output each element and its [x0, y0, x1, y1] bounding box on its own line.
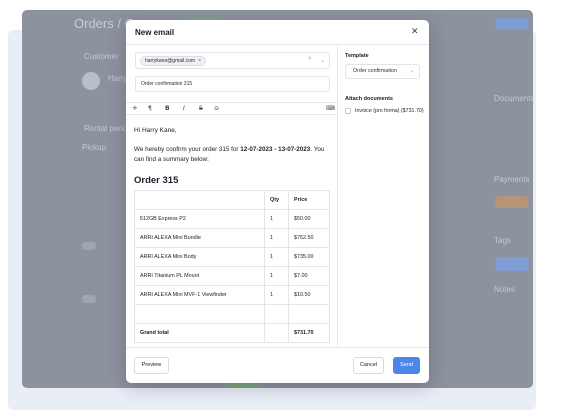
item-price: $7.00 — [288, 266, 330, 286]
chevron-down-icon: ⌄ — [409, 68, 414, 74]
recipient-chip[interactable]: harrykane@gmail.com × — [140, 56, 207, 66]
subject-input[interactable]: Order confirmation 315 — [135, 76, 330, 92]
table-row — [134, 304, 330, 324]
bg-pickup-label: Pickup — [82, 143, 107, 152]
attach-documents-label: Attach documents — [345, 96, 393, 102]
bg-rental-label: Rental period — [84, 124, 132, 133]
template-select[interactable]: Order confirmation ⌄ — [345, 64, 420, 79]
chip-remove-icon[interactable]: × — [198, 58, 201, 64]
item-qty: 1 — [264, 247, 289, 267]
item-name: ARRI ALEXA Mini MVF-1 Viewfinder — [134, 285, 265, 305]
order-heading: Order 315 — [134, 175, 179, 186]
table-row: ARRI ALEXA Mini Bundle 1 $752.50 — [134, 228, 330, 248]
recipient-field[interactable]: harrykane@gmail.com × × ⌄ — [135, 52, 330, 69]
greeting-text: Hi Harry Kane, — [134, 127, 177, 134]
item-qty: 1 — [264, 285, 289, 305]
bg-notes-label: Notes — [494, 285, 515, 294]
item-price: $735.00 — [288, 247, 330, 267]
bg-payments-label: Payments — [494, 175, 530, 184]
strikethrough-icon[interactable]: S — [199, 105, 203, 112]
editor-toolbar: + ¶ B I S ⊝ ⌨ — [126, 102, 337, 115]
attachment-label: Invoice (pro forma) ($731.70) — [355, 108, 424, 114]
item-name: ARRI ALEXA Mini Body — [134, 247, 265, 267]
item-price: $50.00 — [288, 209, 330, 229]
bold-icon[interactable]: B — [165, 105, 170, 112]
item-price: $10.50 — [288, 285, 330, 305]
bg-action-button — [495, 18, 529, 30]
close-icon[interactable]: ✕ — [411, 26, 419, 37]
item-qty: 1 — [264, 228, 289, 248]
total-qty — [264, 323, 289, 343]
bg-customer-name: Harry — [108, 74, 128, 83]
clear-icon[interactable]: × — [308, 56, 312, 62]
new-email-modal: New email ✕ harrykane@gmail.com × × ⌄ Ord… — [126, 20, 429, 383]
bg-row-handle — [82, 242, 96, 250]
bg-customer-label: Customer — [84, 52, 119, 61]
table-row: ARRI ALEXA Mini MVF-1 Viewfinder 1 $10.5… — [134, 285, 330, 305]
total-label: Grand total — [134, 323, 265, 343]
empty-cell — [288, 304, 330, 324]
footer-divider — [126, 347, 429, 348]
cancel-button[interactable]: Cancel — [353, 357, 384, 374]
bg-tag-button — [495, 257, 529, 271]
table-header: Qty — [264, 190, 289, 210]
empty-cell — [134, 304, 265, 324]
send-button[interactable]: Send — [393, 357, 420, 374]
item-name: ARRI Titanium PL Mount — [134, 266, 265, 286]
italic-icon[interactable]: I — [183, 105, 185, 112]
order-items-table: Qty Price 512GB Express P2 1 $50.00 ARRI… — [134, 190, 330, 343]
bg-row-handle — [82, 295, 96, 303]
preview-button[interactable]: Preview — [134, 357, 169, 374]
chevron-down-icon[interactable]: ⌄ — [320, 57, 325, 64]
table-row: ARRI ALEXA Mini Body 1 $735.00 — [134, 247, 330, 267]
date-range: 12-07-2023 - 13-07-2023 — [240, 146, 311, 153]
empty-cell — [264, 304, 289, 324]
keyboard-icon[interactable]: ⌨ — [326, 105, 335, 112]
add-block-icon[interactable]: + — [132, 104, 138, 112]
table-row: ARRI Titanium PL Mount 1 $7.00 — [134, 266, 330, 286]
screenshot-stage: Orders / Or Customer Harry Rental period… — [0, 0, 575, 418]
item-price: $752.50 — [288, 228, 330, 248]
table-header-row: Qty Price — [134, 190, 330, 210]
confirmation-text: We hereby confirm your order 315 for 12-… — [134, 146, 325, 163]
paragraph-icon[interactable]: ¶ — [148, 105, 152, 112]
attachment-checkbox[interactable] — [345, 108, 351, 114]
link-icon[interactable]: ⊝ — [214, 105, 219, 112]
modal-header: New email ✕ — [126, 20, 429, 45]
bg-payment-button — [495, 196, 529, 208]
total-row: Grand total $731.70 — [134, 323, 330, 343]
item-name: 512GB Express P2 — [134, 209, 265, 229]
modal-title: New email — [135, 28, 175, 37]
bg-avatar — [82, 72, 100, 90]
total-price: $731.70 — [288, 323, 330, 343]
template-label: Template — [345, 53, 369, 59]
bg-tags-label: Tags — [494, 236, 511, 245]
bg-documents-label: Documents — [494, 94, 533, 103]
sidebar-divider — [337, 45, 338, 347]
item-qty: 1 — [264, 266, 289, 286]
item-qty: 1 — [264, 209, 289, 229]
item-name: ARRI ALEXA Mini Bundle — [134, 228, 265, 248]
table-header: Price — [288, 190, 330, 210]
table-header — [134, 190, 265, 210]
table-row: 512GB Express P2 1 $50.00 — [134, 209, 330, 229]
